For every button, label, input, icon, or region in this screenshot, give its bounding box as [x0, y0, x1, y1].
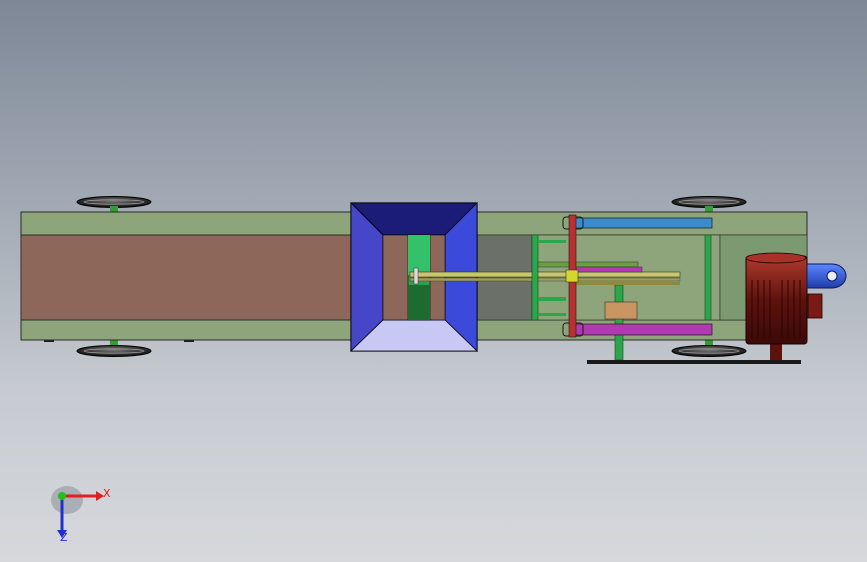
orientation-triad[interactable]: X Z: [40, 478, 130, 548]
z-axis-label: Z: [60, 531, 68, 544]
conveyor-model[interactable]: [0, 0, 867, 562]
x-axis-label: X: [103, 487, 111, 500]
shaft-coupling: [806, 263, 847, 289]
y-axis-marker: [58, 492, 66, 500]
wheel-bottom-right: [671, 340, 747, 357]
wheel-bottom-left: [76, 340, 152, 357]
wheel-top-right: [671, 196, 747, 213]
graphics-viewport[interactable]: X Z: [0, 0, 867, 562]
wheel-top-left: [76, 196, 152, 213]
